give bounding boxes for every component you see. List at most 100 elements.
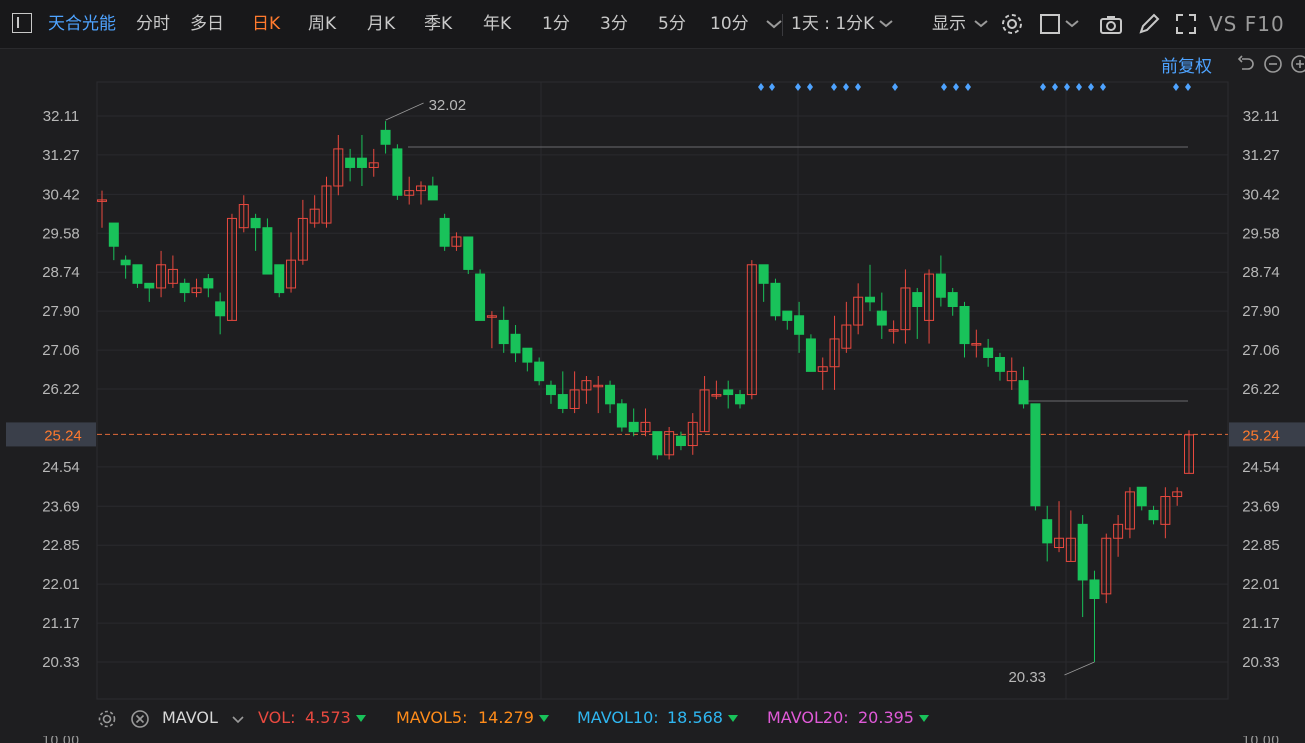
event-marker [807, 83, 813, 91]
y-tick-label-right: 27.06 [1242, 342, 1280, 359]
event-marker [1185, 83, 1191, 91]
current-price-label-left: 25.24 [44, 427, 82, 444]
y-tick-label-left: 27.06 [42, 342, 80, 359]
mavol5-label: MAVOL5: [396, 708, 468, 727]
y-tick-label-right: 21.17 [1242, 615, 1280, 632]
y-tick-label-left: 20.33 [42, 654, 80, 671]
candle-body [274, 264, 285, 294]
y-tick-label-right: 27.90 [1242, 303, 1280, 320]
event-marker [758, 83, 764, 91]
y-tick-label-left: 22.85 [42, 537, 80, 554]
y-tick-label-right: 22.01 [1242, 576, 1280, 593]
candle-body [994, 356, 1005, 372]
event-marker [1040, 83, 1046, 91]
candle-body [439, 217, 450, 247]
candle-body [262, 227, 273, 275]
candle-body [1077, 523, 1088, 581]
candlestick-chart[interactable]: 32.11 32.11 31.27 31.27 30.42 30.42 29.58 29.58… [0, 0, 1305, 700]
event-marker [1100, 83, 1106, 91]
candle-body [1042, 519, 1053, 544]
y-tick-label-right: 28.74 [1242, 264, 1280, 281]
y-tick-label-left: 32.11 [43, 108, 79, 125]
candle-body [1136, 486, 1147, 507]
y-tick-label-right: 20.33 [1242, 654, 1280, 671]
candle-body [498, 319, 509, 345]
event-marker [795, 83, 801, 91]
mavol10-value: 18.568 [667, 700, 738, 736]
event-marker [769, 83, 775, 91]
candle-body [652, 431, 663, 456]
candle-body [463, 236, 474, 270]
indicator-name[interactable]: MAVOL [162, 700, 218, 736]
candle-body [522, 347, 533, 363]
candle-body [179, 282, 190, 294]
y-tick-label-left: 23.69 [42, 498, 80, 515]
y-tick-label-left: 27.90 [42, 303, 80, 320]
y-tick-label-left: 22.01 [42, 576, 80, 593]
candle-body [794, 315, 805, 335]
vol-value: 4.573 [305, 700, 366, 736]
event-marker [965, 83, 971, 91]
candle-body [475, 273, 486, 321]
event-marker [1173, 83, 1179, 91]
candle-body [770, 282, 781, 317]
candle-body [545, 384, 556, 396]
y-tick-label-left: 26.22 [42, 381, 80, 398]
candle-body [1089, 579, 1100, 600]
mavol20-value: 20.395 [858, 700, 929, 736]
event-marker [1088, 83, 1094, 91]
candle-body [250, 217, 261, 229]
event-marker [953, 83, 959, 91]
volume-axis-top-left: 10.00 [42, 736, 79, 743]
candle-body [534, 361, 545, 382]
event-marker [1076, 83, 1082, 91]
low-annotation-label: 20.33 [1008, 669, 1046, 686]
gear-icon[interactable] [97, 709, 117, 729]
candle-body [616, 403, 627, 428]
candle-body [356, 157, 367, 168]
close-icon[interactable] [130, 709, 150, 729]
candle-body [735, 394, 746, 405]
candle-body [805, 338, 816, 372]
y-tick-label-left: 30.42 [42, 186, 80, 203]
low-annotation-line [1064, 661, 1095, 676]
y-tick-label-left: 28.74 [42, 264, 80, 281]
candle-body [108, 222, 119, 247]
y-tick-label-right: 30.42 [1242, 186, 1280, 203]
y-tick-label-right: 22.85 [1242, 537, 1280, 554]
event-marker [831, 83, 837, 91]
candle-body [675, 435, 686, 447]
candle-body [864, 296, 875, 303]
candle-body [557, 394, 568, 409]
mavol5-value: 14.279 [478, 700, 549, 736]
high-annotation-line [385, 102, 424, 121]
candle-body [203, 278, 214, 289]
candle-body [758, 264, 769, 284]
candle-body [983, 347, 994, 358]
y-tick-label-left: 24.54 [42, 459, 80, 476]
candle-body [427, 185, 438, 201]
candle-body [628, 421, 639, 433]
candle-body [144, 282, 155, 289]
event-marker [855, 83, 861, 91]
candle-body [345, 157, 356, 168]
candle-body [605, 384, 616, 405]
candle-body [959, 305, 970, 345]
candle-body [1148, 509, 1159, 521]
candle-body [120, 259, 131, 266]
plot-frame [96, 81, 1229, 700]
event-marker [843, 83, 849, 91]
candle-body [1018, 380, 1029, 405]
y-tick-label-left: 29.58 [42, 225, 80, 242]
candle-body [1030, 403, 1041, 507]
volume-indicator-bar: MAVOL VOL: 4.573 MAVOL5: 14.279 MAVOL10:… [0, 700, 1305, 736]
candle-body [510, 333, 521, 354]
event-marker [1052, 83, 1058, 91]
high-annotation-label: 32.02 [429, 97, 467, 114]
event-marker [892, 83, 898, 91]
candle-body [215, 301, 226, 317]
event-marker [941, 83, 947, 91]
y-tick-label-right: 24.54 [1242, 459, 1280, 476]
chevron-down-icon[interactable] [230, 711, 246, 727]
y-tick-label-left: 21.17 [42, 615, 80, 632]
